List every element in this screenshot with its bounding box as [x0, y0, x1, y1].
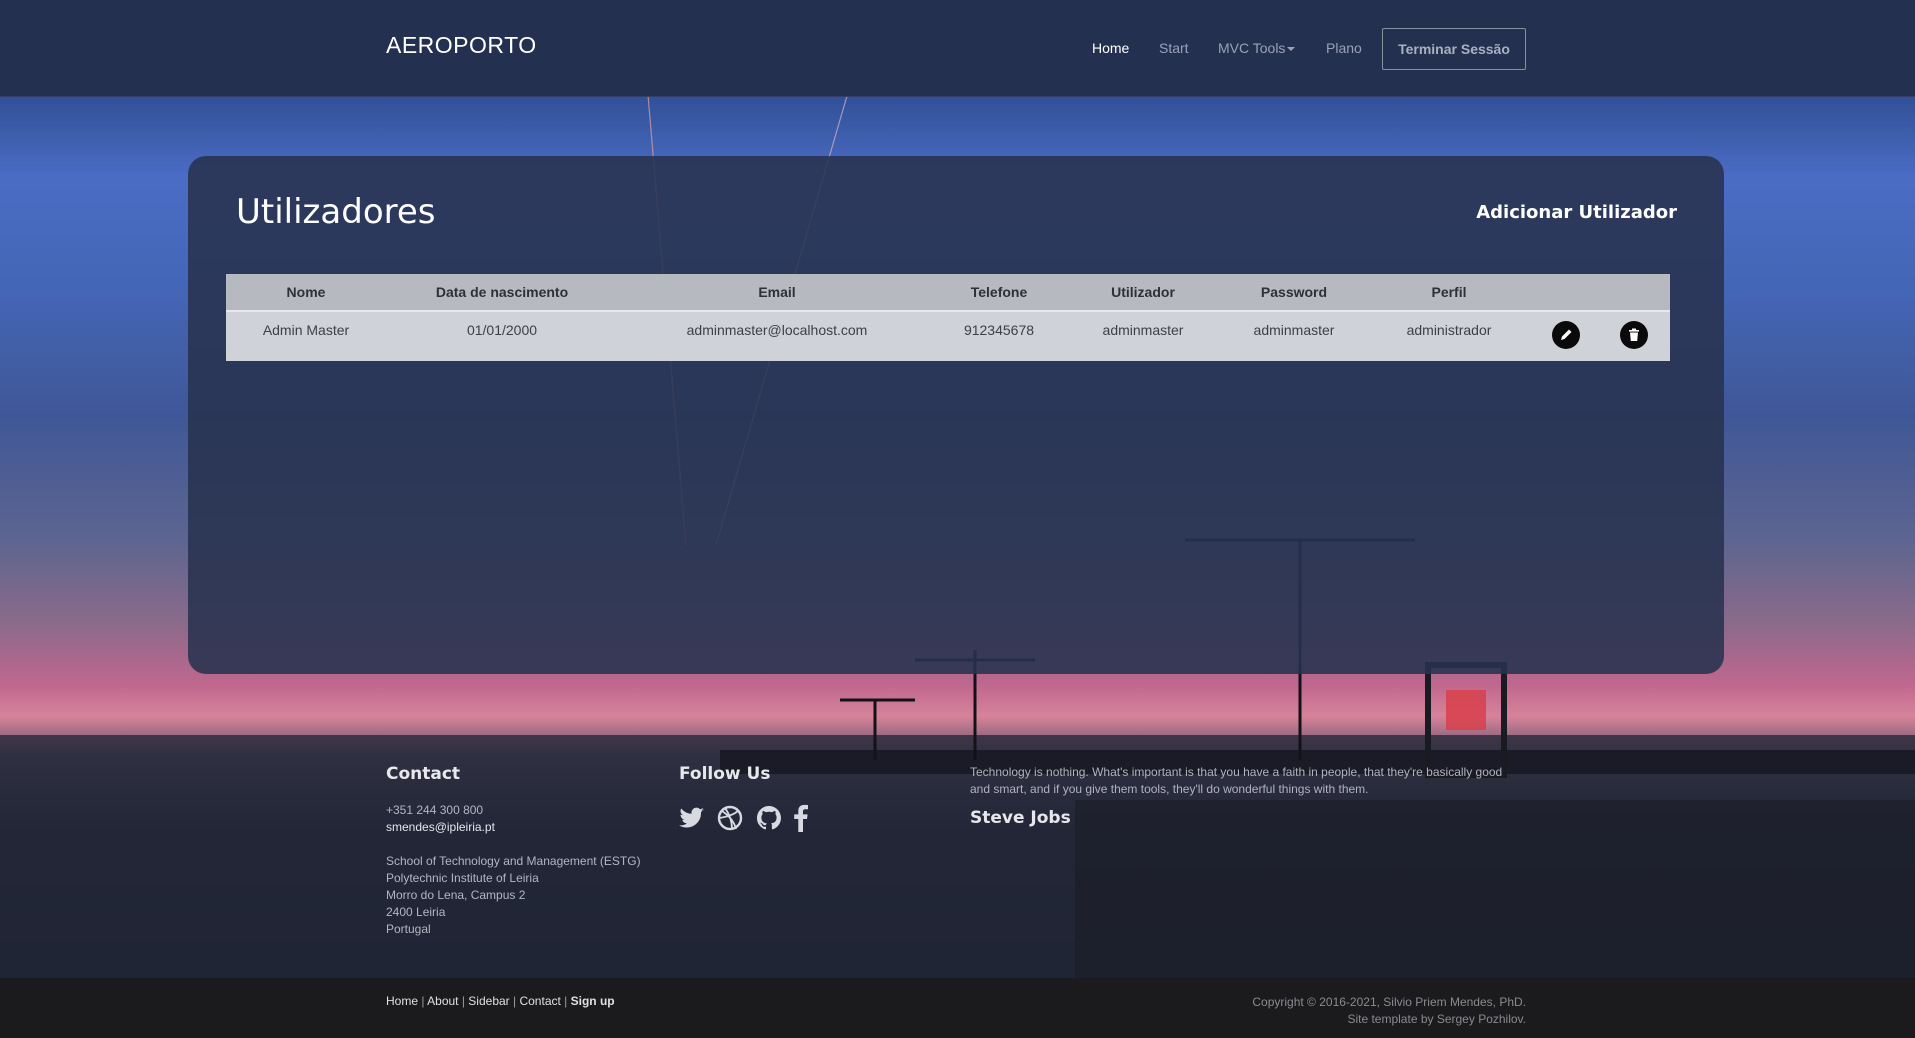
- cell-nome: Admin Master: [262, 322, 350, 338]
- follow-heading: Follow Us: [679, 764, 771, 784]
- col-password: Password: [1260, 284, 1328, 300]
- col-telefone: Telefone: [970, 284, 1028, 300]
- contact-heading: Contact: [386, 764, 461, 784]
- cell-delete: [1598, 311, 1670, 361]
- footer-link-home[interactable]: Home: [386, 994, 418, 1008]
- nav-mvc-tools[interactable]: MVC Tools: [1218, 40, 1296, 56]
- github-icon[interactable]: [756, 805, 782, 836]
- cell-password: adminmaster: [1253, 322, 1335, 338]
- footer-link-about[interactable]: About: [427, 994, 458, 1008]
- col-email: Email: [758, 284, 796, 300]
- footer-link-signup[interactable]: Sign up: [571, 994, 615, 1008]
- col-nome: Nome: [286, 284, 326, 300]
- address-line: Polytechnic Institute of Leiria: [386, 871, 539, 885]
- col-edit: [1534, 274, 1598, 311]
- footer-link-sidebar[interactable]: Sidebar: [468, 994, 509, 1008]
- cell-data-nascimento: 01/01/2000: [466, 322, 538, 338]
- add-user-link[interactable]: Adicionar Utilizador: [1476, 202, 1677, 223]
- users-table: Nome Data de nascimento Email Telefone U…: [226, 274, 1670, 361]
- footer-nav: Home | About | Sidebar | Contact | Sign …: [386, 994, 615, 1008]
- logout-button[interactable]: Terminar Sessão: [1382, 28, 1526, 70]
- users-panel: Utilizadores Adicionar Utilizador Nome D…: [188, 156, 1724, 674]
- delete-button[interactable]: [1620, 321, 1648, 349]
- nav-start[interactable]: Start: [1159, 40, 1189, 56]
- address-line: Morro do Lena, Campus 2: [386, 888, 526, 902]
- copyright: Copyright © 2016-2021, Silvio Priem Mend…: [1252, 994, 1526, 1028]
- chevron-down-icon: [1287, 47, 1296, 52]
- top-navbar: AEROPORTO Home Start MVC Tools Plano Ter…: [0, 0, 1915, 97]
- cell-edit: [1534, 311, 1598, 361]
- dribbble-icon[interactable]: [717, 805, 743, 836]
- table-header-row: Nome Data de nascimento Email Telefone U…: [226, 274, 1670, 311]
- contact-phone: +351 244 300 800: [386, 803, 484, 817]
- table-row: Admin Master 01/01/2000 adminmaster@loca…: [226, 311, 1670, 361]
- template-credit: Site template by Sergey Pozhilov.: [1347, 1012, 1526, 1026]
- address-line: School of Technology and Management (EST…: [386, 854, 641, 868]
- facebook-icon[interactable]: [794, 804, 809, 837]
- cell-email: adminmaster@localhost.com: [686, 322, 868, 338]
- footer-bottom-bar: Home | About | Sidebar | Contact | Sign …: [0, 978, 1915, 1038]
- edit-button[interactable]: [1552, 321, 1580, 349]
- col-delete: [1598, 274, 1670, 311]
- contact-email-link[interactable]: smendes@ipleiria.pt: [386, 819, 495, 836]
- twitter-icon[interactable]: [679, 807, 705, 834]
- pencil-icon: [1561, 329, 1572, 340]
- social-links: [679, 804, 816, 837]
- address-line: Portugal: [386, 922, 431, 936]
- cell-telefone: 912345678: [963, 322, 1035, 338]
- trash-icon: [1629, 328, 1639, 341]
- footer-link-contact[interactable]: Contact: [519, 994, 560, 1008]
- col-utilizador: Utilizador: [1111, 284, 1175, 300]
- col-data-nascimento: Data de nascimento: [435, 284, 569, 300]
- main-nav: Home Start MVC Tools Plano Terminar Sess…: [0, 28, 1915, 70]
- nav-mvc-tools-label: MVC Tools: [1218, 40, 1286, 56]
- cell-perfil: administrador: [1406, 322, 1492, 338]
- footer: Contact +351 244 300 800 smendes@ipleiri…: [0, 730, 1915, 978]
- nav-plano[interactable]: Plano: [1326, 40, 1362, 56]
- col-perfil: Perfil: [1431, 284, 1467, 300]
- nav-home[interactable]: Home: [1092, 40, 1129, 56]
- page-title: Utilizadores: [236, 192, 436, 232]
- quote-author: Steve Jobs: [970, 808, 1071, 828]
- copyright-text: Copyright © 2016-2021, Silvio Priem Mend…: [1252, 995, 1526, 1009]
- address-line: 2400 Leiria: [386, 905, 446, 919]
- cell-utilizador: adminmaster: [1102, 322, 1184, 338]
- quote-text: Technology is nothing. What's important …: [970, 765, 1503, 796]
